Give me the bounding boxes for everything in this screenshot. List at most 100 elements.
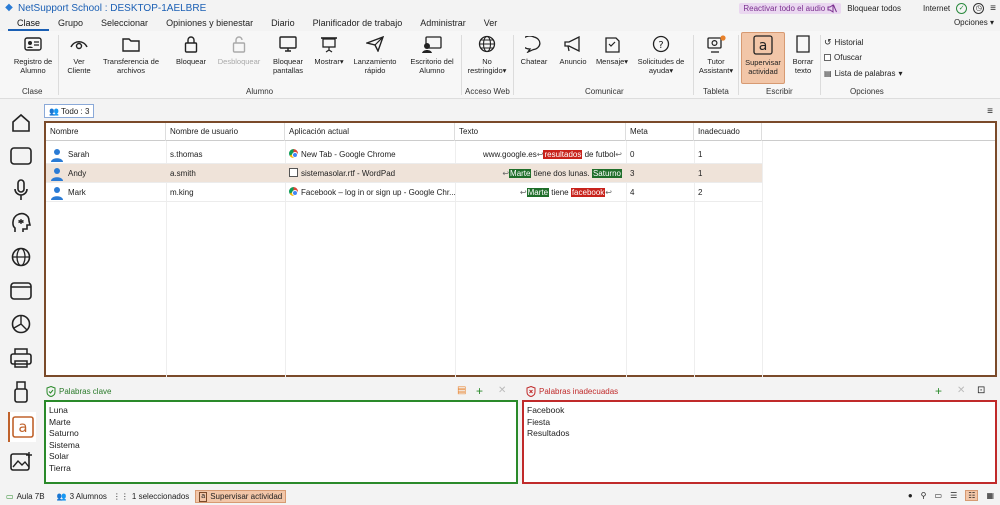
list-item[interactable]: Sistema <box>49 440 513 452</box>
export-list-icon[interactable]: ⊡ <box>977 385 985 397</box>
hamburger-menu-icon[interactable]: ≡ <box>990 3 996 14</box>
cell-application-text: Facebook – log in or sign up - Google Ch… <box>301 188 455 197</box>
microphone-icon[interactable] <box>10 179 32 201</box>
inappropriate-word-token: resultados <box>543 150 583 159</box>
cell-application-text: New Tab - Google Chrome <box>301 150 396 159</box>
list-item[interactable]: Fiesta <box>527 417 992 429</box>
no-restringido-button[interactable]: No restringido▾ <box>466 34 508 75</box>
image-gallery-icon[interactable] <box>10 450 32 472</box>
import-list-icon[interactable]: ▤ <box>457 385 466 397</box>
desbloquear-button[interactable]: Desbloquear <box>214 34 264 66</box>
pie-chart-icon[interactable] <box>10 313 32 335</box>
menu-grupo[interactable]: Grupo <box>49 16 92 31</box>
add-inappropriate-icon[interactable]: + <box>935 385 942 397</box>
col-nombre[interactable]: Nombre <box>46 123 166 141</box>
mensaje-button[interactable]: Mensaje▾ <box>594 34 630 66</box>
transferencia-archivos-button[interactable]: Transferencia de archivos <box>100 34 162 75</box>
remove-keyword-icon[interactable]: ✕ <box>498 385 506 397</box>
filter-all-tab[interactable]: 👥 Todo : 3 <box>44 104 95 118</box>
solicitudes-ayuda-text: Solicitudes de ayuda <box>637 57 685 75</box>
selected-status[interactable]: ⋮⋮ 1 seleccionados <box>113 492 189 501</box>
monitor-icon <box>278 34 298 54</box>
return-icon: ↩ <box>615 150 622 159</box>
user-view-icon[interactable]: ● <box>908 491 913 500</box>
lanzamiento-rapido-button[interactable]: Lanzamiento rápido <box>350 34 400 75</box>
lock-all-button[interactable]: Bloquear todos <box>847 4 901 13</box>
menu-administrar[interactable]: Administrar <box>411 16 475 31</box>
details-view-icon[interactable]: ☷ <box>965 490 979 501</box>
lista-palabras-option[interactable]: ▤ Lista de palabras ▾ <box>824 69 903 78</box>
list-item[interactable]: Tierra <box>49 463 513 475</box>
menu-opiniones[interactable]: Opiniones y bienestar <box>157 16 262 31</box>
table-row[interactable]: Mark m.king Facebook – log in or sign up… <box>46 183 762 202</box>
borrar-texto-button[interactable]: Borrar texto <box>788 34 818 75</box>
keywords-title: Palabras clave <box>59 386 112 396</box>
menu-planificador[interactable]: Planificador de trabajo <box>304 16 412 31</box>
mostrar-text: Mostrar <box>314 57 340 66</box>
ver-cliente-button[interactable]: Ver Cliente <box>62 34 96 75</box>
mode-status[interactable]: a Supervisar actividad <box>195 490 287 503</box>
registro-alumno-button[interactable]: Registro de Alumno <box>8 34 58 75</box>
menu-seleccionar[interactable]: Seleccionar <box>92 16 157 31</box>
inappropriate-title: Palabras inadecuadas <box>539 386 619 396</box>
chrome-icon <box>289 187 298 196</box>
check-icon[interactable]: ✓ <box>956 2 968 14</box>
application-window-icon[interactable] <box>10 280 32 302</box>
clock-icon[interactable]: ◷ <box>973 2 985 14</box>
printer-icon[interactable] <box>10 347 32 369</box>
escritorio-alumno-button[interactable]: Escritorio del Alumno <box>406 34 458 75</box>
bloquear-pantallas-button[interactable]: Bloquear pantallas <box>268 34 308 75</box>
add-keyword-icon[interactable]: + <box>476 385 483 397</box>
grid-view-icon[interactable]: ▦ <box>986 491 994 500</box>
activity-monitor-icon[interactable]: a <box>8 412 36 442</box>
col-meta[interactable]: Meta <box>626 123 694 141</box>
historial-option[interactable]: ↺ Historial <box>824 37 863 48</box>
no-restringido-label: No restringido▾ <box>467 57 507 75</box>
table-row[interactable]: Andy a.smith sistemasolar.rtf - WordPad … <box>46 164 762 183</box>
supervisar-actividad-button[interactable]: a Supervisar actividad <box>741 32 785 84</box>
ofuscar-checkbox[interactable] <box>824 54 831 61</box>
remove-inappropriate-icon[interactable]: ✕ <box>957 385 965 397</box>
students-status[interactable]: 👥 3 Alumnos <box>57 492 107 501</box>
reactivate-audio-button[interactable]: Reactivar todo el audio <box>739 2 842 14</box>
anuncio-button[interactable]: Anuncio <box>556 34 590 66</box>
solicitudes-ayuda-button[interactable]: ? Solicitudes de ayuda▾ <box>634 34 688 75</box>
eye-icon <box>69 34 89 54</box>
text-segment: de futbol <box>582 150 616 159</box>
mostrar-button[interactable]: Mostrar▾ <box>312 34 346 66</box>
list-view-icon[interactable]: ☰ <box>950 491 957 500</box>
usb-device-icon[interactable] <box>10 381 32 403</box>
tutor-assistant-button[interactable]: Tutor Assistant▾ <box>696 34 736 75</box>
inappropriate-list[interactable]: Facebook Fiesta Resultados <box>522 400 997 484</box>
col-aplicacion[interactable]: Aplicación actual <box>285 123 455 141</box>
cell-username: m.king <box>170 188 194 197</box>
col-inadecuado[interactable]: Inadecuado <box>694 123 762 141</box>
list-item[interactable]: Resultados <box>527 428 992 440</box>
list-item[interactable]: Saturno <box>49 428 513 440</box>
chatear-button[interactable]: Chatear <box>517 34 551 66</box>
room-status[interactable]: ▭ Aula 7B <box>6 492 45 501</box>
monitor-view-icon[interactable]: ▭ <box>935 491 943 500</box>
bloquear-button[interactable]: Bloquear <box>172 34 210 66</box>
web-globe-icon[interactable] <box>10 246 32 268</box>
menu-diario[interactable]: Diario <box>262 16 304 31</box>
list-item[interactable]: Luna <box>49 405 513 417</box>
list-item[interactable]: Facebook <box>527 405 992 417</box>
cell-application-text: sistemasolar.rtf - WordPad <box>301 169 396 178</box>
person-outline-icon[interactable]: ⚲ <box>921 491 927 500</box>
group-label-opciones: Opciones <box>850 87 884 96</box>
list-item[interactable]: Solar <box>49 451 513 463</box>
col-usuario[interactable]: Nombre de usuario <box>166 123 285 141</box>
col-texto[interactable]: Texto <box>455 123 626 141</box>
view-options-icon[interactable]: ≡ <box>987 106 993 117</box>
ofuscar-option[interactable]: Ofuscar <box>824 53 862 62</box>
options-menu[interactable]: Opciones ▾ <box>954 18 994 27</box>
table-row[interactable]: Sarah s.thomas New Tab - Google Chrome w… <box>46 145 762 164</box>
list-item[interactable]: Marte <box>49 417 513 429</box>
menu-ver[interactable]: Ver <box>475 16 507 31</box>
home-icon[interactable] <box>10 112 32 134</box>
keywords-list[interactable]: Luna Marte Saturno Sistema Solar Tierra <box>44 400 518 484</box>
screen-view-icon[interactable] <box>10 145 32 167</box>
menu-clase[interactable]: Clase <box>8 16 50 31</box>
brain-icon[interactable] <box>10 212 32 234</box>
